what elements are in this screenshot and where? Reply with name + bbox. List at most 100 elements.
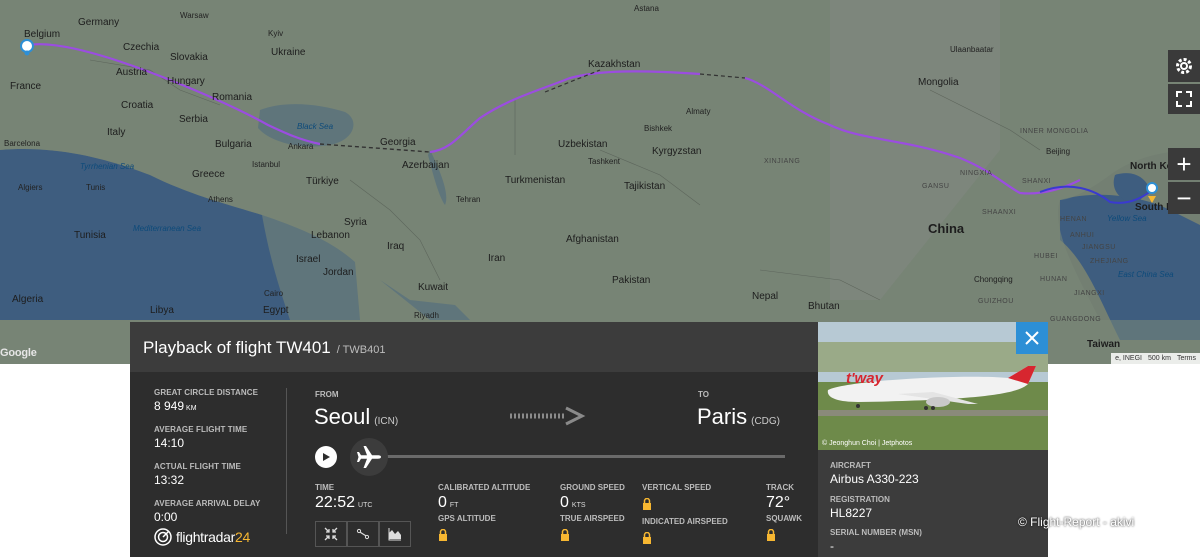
fullscreen-button[interactable] bbox=[1168, 84, 1200, 114]
livery-logo: t'way bbox=[846, 370, 883, 387]
to-airport[interactable]: Paris (CDG) bbox=[697, 404, 780, 430]
calibrated-altitude-value: 0 bbox=[438, 494, 447, 511]
arrival-delay-value: 0:00 bbox=[154, 510, 178, 524]
gps-altitude-label: GPS ALTITUDE bbox=[438, 514, 496, 523]
map-label-greece: Greece bbox=[192, 169, 225, 180]
panel-title: Playback of flight TW401 bbox=[143, 338, 331, 357]
map-region-hubei: HUBEI bbox=[1034, 253, 1058, 260]
map-label-georgia: Georgia bbox=[380, 137, 416, 148]
vertical-speed-metric: VERTICAL SPEED INDICATED AIRSPEED bbox=[642, 483, 728, 549]
map-city-algiers: Algiers bbox=[18, 183, 43, 192]
map-label-czechia: Czechia bbox=[123, 42, 160, 53]
time-value: 22:52 bbox=[315, 494, 356, 511]
altitude-chart-icon bbox=[388, 528, 401, 541]
map-region-jiangxi: JIANGXI bbox=[1074, 290, 1105, 297]
map-label-nepal: Nepal bbox=[752, 291, 779, 302]
view-toggle-group bbox=[315, 521, 411, 547]
flight-map[interactable]: Germany Belgium France Czechia Austria S… bbox=[0, 0, 1200, 364]
map-label-taiwan: Taiwan bbox=[1087, 339, 1121, 350]
airplane-icon bbox=[357, 446, 381, 468]
map-label-hungary: Hungary bbox=[167, 76, 205, 87]
map-scale: 500 km bbox=[1147, 355, 1171, 362]
panel-callsign: / TWB401 bbox=[336, 344, 386, 356]
track-metric: TRACK 72° SQUAWK bbox=[766, 483, 802, 546]
map-label-tunisia: Tunisia bbox=[74, 230, 106, 241]
map-city-cairo: Cairo bbox=[264, 289, 284, 298]
collapse-view-button[interactable] bbox=[315, 521, 347, 547]
gear-icon bbox=[1176, 58, 1192, 74]
map-sea-yellow: Yellow Sea bbox=[1107, 214, 1147, 223]
map-label-serbia: Serbia bbox=[179, 114, 208, 125]
aircraft-msn: SERIAL NUMBER (MSN) - bbox=[830, 528, 922, 553]
map-city-astana: Astana bbox=[634, 4, 659, 13]
map-label-romania: Romania bbox=[212, 92, 253, 103]
calibrated-altitude-label: CALIBRATED ALTITUDE bbox=[438, 483, 531, 492]
map-city-ankara: Ankara bbox=[288, 142, 314, 151]
route-view-button[interactable] bbox=[347, 521, 379, 547]
close-button[interactable] bbox=[1016, 322, 1048, 354]
map-city-ulaanbaatar: Ulaanbaatar bbox=[950, 45, 994, 54]
route-icon bbox=[356, 528, 370, 540]
map-label-iraq: Iraq bbox=[387, 241, 405, 252]
from-code: (ICN) bbox=[374, 416, 399, 427]
avg-flight-time-label: AVERAGE FLIGHT TIME bbox=[154, 425, 248, 434]
panel-header: Playback of flight TW401 / TWB401 bbox=[130, 322, 818, 372]
map-region-inner-mongolia: INNER MONGOLIA bbox=[1020, 128, 1089, 135]
map-city-tashkent: Tashkent bbox=[588, 157, 621, 166]
ground-speed-metric: GROUND SPEED 0 KTS TRUE AIRSPEED bbox=[560, 483, 625, 546]
aircraft-registration: REGISTRATION HL8227 bbox=[830, 495, 890, 520]
from-city: Seoul bbox=[314, 404, 371, 429]
map-label-kuwait: Kuwait bbox=[418, 282, 449, 293]
msn-label: SERIAL NUMBER (MSN) bbox=[830, 528, 922, 537]
map-label-azerbaijan: Azerbaijan bbox=[402, 160, 450, 171]
from-airport[interactable]: Seoul (ICN) bbox=[314, 404, 398, 430]
playback-timeline[interactable] bbox=[385, 455, 785, 458]
map-city-riyadh: Riyadh bbox=[414, 311, 439, 320]
map-label-mongolia: Mongolia bbox=[918, 77, 959, 88]
map-city-tehran: Tehran bbox=[456, 195, 481, 204]
map-label-algeria: Algeria bbox=[12, 294, 44, 305]
route-arrow-icon bbox=[510, 406, 586, 426]
map-attribution: e, INEGI 500 km Terms bbox=[1111, 353, 1200, 364]
radar-icon bbox=[154, 528, 172, 546]
map-city-beijing: Beijing bbox=[1046, 147, 1071, 156]
map-label-belgium: Belgium bbox=[24, 29, 61, 40]
photo-credit[interactable]: © Jeonghun Choi | Jetphotos bbox=[822, 440, 912, 447]
track-label: TRACK bbox=[766, 483, 794, 492]
aircraft-photo[interactable]: t'way © Jeonghun Choi | Jetphotos bbox=[818, 322, 1048, 450]
map-label-kyrgyzstan: Kyrgyzstan bbox=[652, 146, 702, 157]
actual-flight-time-label: ACTUAL FLIGHT TIME bbox=[154, 462, 241, 471]
map-city-chongqing: Chongqing bbox=[974, 275, 1013, 284]
timeline-handle[interactable] bbox=[350, 438, 388, 476]
map-region-ningxia: NINGXIA bbox=[960, 170, 993, 177]
map-city-barcelona: Barcelona bbox=[4, 139, 41, 148]
chart-view-button[interactable] bbox=[379, 521, 411, 547]
to-code: (CDG) bbox=[751, 416, 781, 427]
flightradar24-logo: flightradar24 bbox=[154, 528, 250, 546]
map-label-france: France bbox=[10, 81, 42, 92]
zoom-out-button[interactable]: − bbox=[1168, 182, 1200, 214]
calibrated-altitude-metric: CALIBRATED ALTITUDE 0 FT GPS ALTITUDE bbox=[438, 483, 530, 546]
settings-button[interactable] bbox=[1168, 50, 1200, 82]
zoom-in-button[interactable]: + bbox=[1168, 148, 1200, 180]
map-label-ukraine: Ukraine bbox=[271, 47, 306, 58]
map-label-turkiye: Türkiye bbox=[306, 176, 339, 187]
watermark: © Flight-Report - akivi bbox=[1018, 515, 1135, 529]
map-city-athens: Athens bbox=[208, 195, 233, 204]
map-terms-link[interactable]: Terms bbox=[1177, 355, 1196, 362]
msn-value: - bbox=[830, 539, 834, 553]
squawk-label: SQUAWK bbox=[766, 514, 802, 523]
map-label-iran: Iran bbox=[488, 253, 506, 264]
map-label-israel: Israel bbox=[296, 254, 321, 265]
map-sea-east-china: East China Sea bbox=[1118, 270, 1174, 279]
true-airspeed-label: TRUE AIRSPEED bbox=[560, 514, 625, 523]
map-region-jiangsu: JIANGSU bbox=[1082, 244, 1116, 251]
map-city-bishkek: Bishkek bbox=[644, 124, 673, 133]
gcd-label: GREAT CIRCLE DISTANCE bbox=[154, 388, 259, 397]
from-label: FROM bbox=[315, 390, 339, 399]
stats-divider bbox=[286, 388, 287, 534]
play-button[interactable] bbox=[315, 446, 337, 468]
map-label-bhutan: Bhutan bbox=[808, 301, 840, 312]
map-city-tunis: Tunis bbox=[86, 183, 106, 192]
lock-icon bbox=[767, 529, 775, 541]
